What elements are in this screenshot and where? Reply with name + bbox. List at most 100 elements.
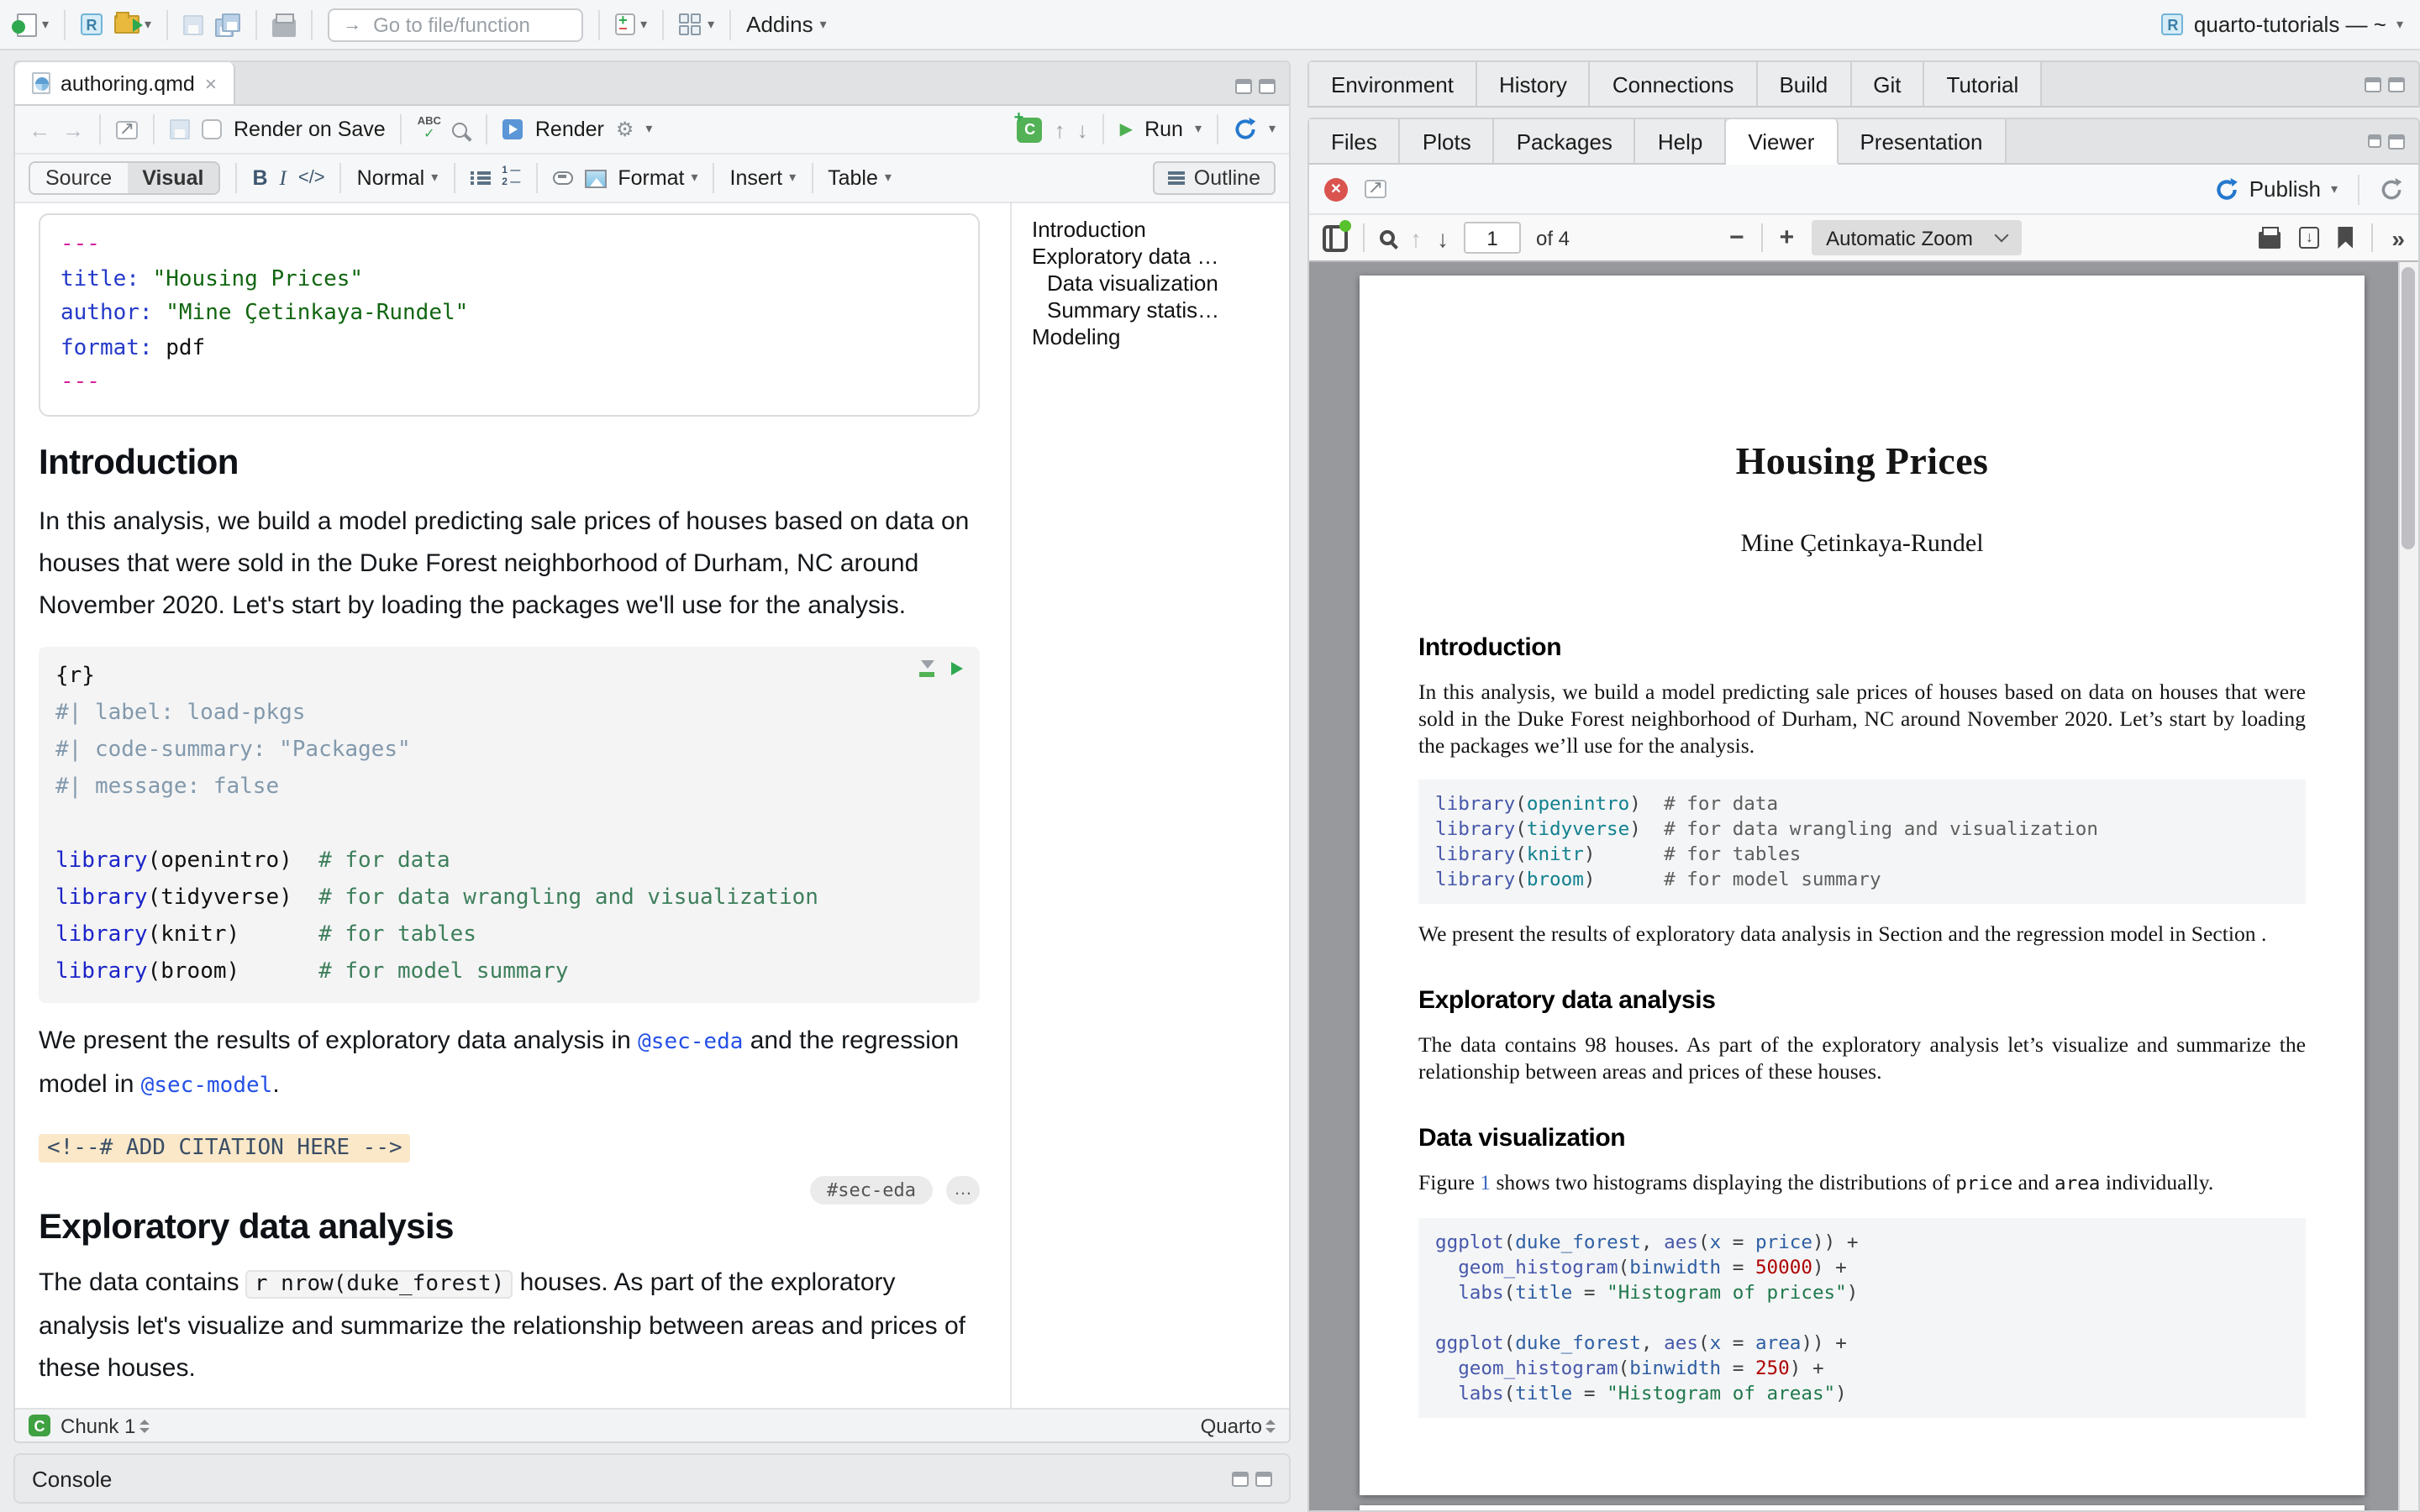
image-icon[interactable] <box>584 169 606 187</box>
insert-menu[interactable]: Insert ▾ <box>730 166 797 190</box>
previous-page-icon[interactable]: ↑ <box>1410 224 1422 251</box>
pdf-scrollbar[interactable] <box>2398 262 2418 1510</box>
minimize-pane-icon[interactable] <box>1232 1471 1249 1486</box>
tab-help[interactable]: Help <box>1636 119 1727 163</box>
render-on-save-checkbox[interactable] <box>202 119 222 139</box>
console-pane-header[interactable]: Console <box>13 1453 1291 1504</box>
maximize-pane-icon[interactable] <box>1259 79 1276 94</box>
inline-r-code[interactable]: r nrow(duke_forest) <box>246 1269 513 1298</box>
zoom-in-icon[interactable]: + <box>1780 223 1795 252</box>
run-chunks-above-icon[interactable] <box>919 659 934 676</box>
insert-chunk-button[interactable]: C <box>1018 117 1043 142</box>
refresh-viewer-icon[interactable] <box>2380 177 2403 201</box>
download-pdf-icon[interactable]: ↓ <box>2299 227 2319 249</box>
tab-viewer[interactable]: Viewer <box>1726 119 1838 165</box>
run-icon: ▶ <box>1120 120 1133 139</box>
sec-model-ref[interactable]: @sec-model <box>141 1073 273 1098</box>
tab-connections[interactable]: Connections <box>1591 62 1758 106</box>
yaml-metadata-block[interactable]: ---title: "Housing Prices"author: "Mine … <box>39 213 980 416</box>
run-button[interactable]: Run <box>1144 118 1183 141</box>
close-icon[interactable]: × <box>205 71 217 95</box>
spellcheck-icon[interactable]: ABC ✓ <box>418 118 441 142</box>
open-in-new-window-icon[interactable]: ↗ <box>1365 180 1386 198</box>
more-tools-icon[interactable]: » <box>2391 224 2405 251</box>
tab-git[interactable]: Git <box>1851 62 1924 106</box>
sec-eda-ref[interactable]: @sec-eda <box>638 1029 743 1054</box>
chunk-position-button[interactable]: Chunk 1 <box>60 1414 149 1437</box>
save-document-button[interactable] <box>170 119 190 139</box>
outline-item-modeling[interactable]: Modeling <box>1032 324 1289 351</box>
find-replace-icon[interactable] <box>453 122 468 137</box>
bookmark-icon[interactable] <box>2338 227 2353 249</box>
print-pdf-icon[interactable] <box>2259 232 2281 249</box>
outline-item-introduction[interactable]: Introduction <box>1032 217 1289 244</box>
maximize-pane-icon[interactable] <box>2388 76 2405 92</box>
project-menu-button[interactable]: R quarto-tutorials — ~ ▾ <box>2162 12 2403 37</box>
maximize-pane-icon[interactable] <box>2388 134 2405 149</box>
outline-item-data-visualization[interactable]: Data visualization <box>1032 270 1289 297</box>
paragraph-style-select[interactable]: Normal ▾ <box>357 166 439 190</box>
workspace-panes-button[interactable]: ▾ <box>679 13 714 35</box>
new-file-button[interactable]: ▾ <box>17 13 49 36</box>
tab-history[interactable]: History <box>1477 62 1591 106</box>
tab-packages[interactable]: Packages <box>1495 119 1636 163</box>
goto-file-input[interactable] <box>370 11 555 38</box>
tab-presentation[interactable]: Presentation <box>1838 119 2006 163</box>
open-file-button[interactable]: ▾ <box>114 15 151 34</box>
pdf-scrollbar-thumb[interactable] <box>2402 267 2415 549</box>
goto-file-search[interactable]: → <box>328 8 583 41</box>
version-control-button[interactable]: ▾ <box>615 13 647 35</box>
outline-item-eda[interactable]: Exploratory data … <box>1032 244 1289 270</box>
source-mode-button[interactable]: Source <box>30 163 127 193</box>
tab-authoring-qmd[interactable]: authoring.qmd × <box>15 62 235 104</box>
forward-icon[interactable]: → <box>62 117 84 142</box>
zoom-level-select[interactable]: Automatic Zoom <box>1811 220 2022 255</box>
gear-icon[interactable]: ⚙ <box>616 118 634 141</box>
render-button[interactable]: Render <box>535 118 604 141</box>
go-to-next-chunk-icon[interactable]: ↓ <box>1077 117 1088 142</box>
open-in-new-window-icon[interactable]: ↗ <box>116 120 138 139</box>
pdf-search-icon[interactable] <box>1380 230 1395 245</box>
section-options-button[interactable]: … <box>946 1175 980 1204</box>
go-to-previous-chunk-icon[interactable]: ↑ <box>1055 117 1065 142</box>
tab-files[interactable]: Files <box>1309 119 1401 163</box>
outline-toggle-button[interactable]: Outline <box>1154 161 1276 195</box>
back-icon[interactable]: ← <box>29 117 50 142</box>
pdf-viewing-area[interactable]: Housing Prices Mine Çetinkaya-Rundel Int… <box>1309 262 2418 1510</box>
save-button[interactable] <box>183 14 203 34</box>
visual-mode-button[interactable]: Visual <box>127 163 218 193</box>
tab-plots[interactable]: Plots <box>1401 119 1495 163</box>
maximize-pane-icon[interactable] <box>1255 1471 1272 1486</box>
minimize-pane-icon[interactable] <box>2368 134 2381 148</box>
tab-environment[interactable]: Environment <box>1309 62 1477 106</box>
numbered-list-icon[interactable]: 1 —2 — <box>502 166 520 191</box>
tab-tutorial[interactable]: Tutorial <box>1925 62 2043 106</box>
file-type-button[interactable]: Quarto <box>1201 1414 1276 1437</box>
addins-button[interactable]: Addins ▾ <box>746 12 827 37</box>
zoom-out-icon[interactable]: − <box>1729 223 1744 252</box>
source-rerun-icon[interactable] <box>1234 118 1257 141</box>
minimize-pane-icon[interactable] <box>1235 79 1252 94</box>
publish-button[interactable]: Publish ▾ <box>2216 176 2338 202</box>
stop-icon[interactable]: ✕ <box>1324 177 1348 201</box>
code-chunk-load-pkgs[interactable]: {r}#| label: load-pkgs#| code-summary: "… <box>39 646 980 1002</box>
table-menu[interactable]: Table ▾ <box>828 166 892 190</box>
save-all-button[interactable] <box>215 13 240 36</box>
tab-build[interactable]: Build <box>1757 62 1851 106</box>
code-format-button[interactable]: </> <box>298 168 325 188</box>
bold-button[interactable]: B <box>252 166 267 190</box>
next-page-icon[interactable]: ↓ <box>1437 224 1449 251</box>
link-icon[interactable] <box>552 171 572 185</box>
run-current-chunk-icon[interactable] <box>951 661 963 675</box>
figure-1-link[interactable]: 1 <box>1480 1171 1491 1194</box>
new-project-button[interactable]: R <box>81 13 103 35</box>
italic-button[interactable]: I <box>280 165 287 191</box>
format-menu[interactable]: Format ▾ <box>618 166 697 190</box>
minimize-pane-icon[interactable] <box>2365 76 2381 92</box>
visual-editor-document[interactable]: ---title: "Housing Prices"author: "Mine … <box>15 203 1010 1408</box>
page-number-input[interactable] <box>1464 222 1521 254</box>
print-button[interactable] <box>272 18 296 36</box>
toggle-sidebar-icon[interactable] <box>1323 224 1348 251</box>
outline-item-summary-statistics[interactable]: Summary statis… <box>1032 297 1289 324</box>
bullet-list-icon[interactable] <box>470 170 490 186</box>
